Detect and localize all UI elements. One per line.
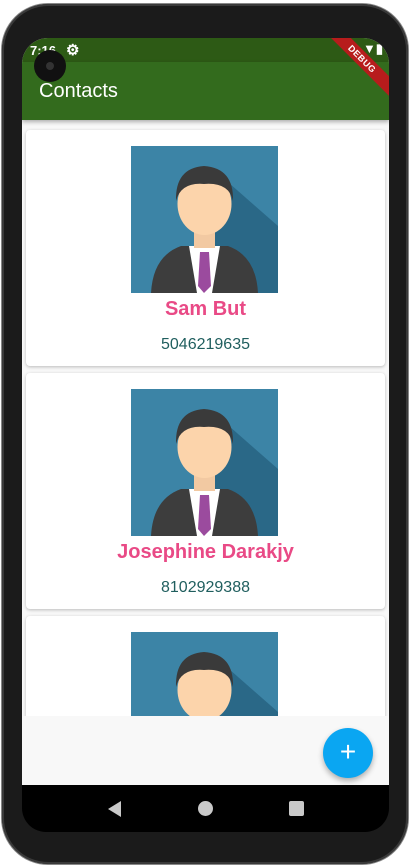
settings-gear-icon: ⚙ bbox=[66, 42, 80, 59]
home-icon[interactable] bbox=[198, 801, 213, 816]
add-contact-button[interactable]: + bbox=[323, 728, 373, 778]
avatar-image bbox=[131, 389, 278, 536]
avatar-image bbox=[131, 146, 278, 293]
device-frame: 7:16 ⚙ ▼▮ Contacts DEBUG Sa bbox=[0, 0, 412, 868]
recent-apps-icon[interactable] bbox=[289, 801, 304, 816]
contact-name: Josephine Darakjy bbox=[117, 541, 294, 563]
add-icon: + bbox=[339, 736, 357, 767]
page-title: Contacts bbox=[39, 80, 118, 102]
back-icon[interactable] bbox=[108, 801, 121, 817]
app-screen: 7:16 ⚙ ▼▮ Contacts DEBUG Sa bbox=[22, 38, 389, 785]
contact-phone[interactable]: 5046219635 bbox=[26, 336, 385, 354]
system-navigation-bar bbox=[22, 785, 389, 832]
front-camera bbox=[34, 50, 66, 82]
contact-list[interactable]: Sam But 5046219635 Josephine Darakjy 810… bbox=[22, 120, 389, 716]
avatar-image bbox=[131, 632, 278, 716]
contact-phone[interactable]: 8102929388 bbox=[26, 579, 385, 597]
contact-card[interactable] bbox=[26, 616, 385, 716]
contact-name: Sam But bbox=[164, 298, 247, 320]
app-bar: Contacts bbox=[22, 62, 389, 120]
contact-card[interactable]: Sam But 5046219635 bbox=[26, 130, 385, 366]
contact-card[interactable]: Josephine Darakjy 8102929388 bbox=[26, 373, 385, 609]
